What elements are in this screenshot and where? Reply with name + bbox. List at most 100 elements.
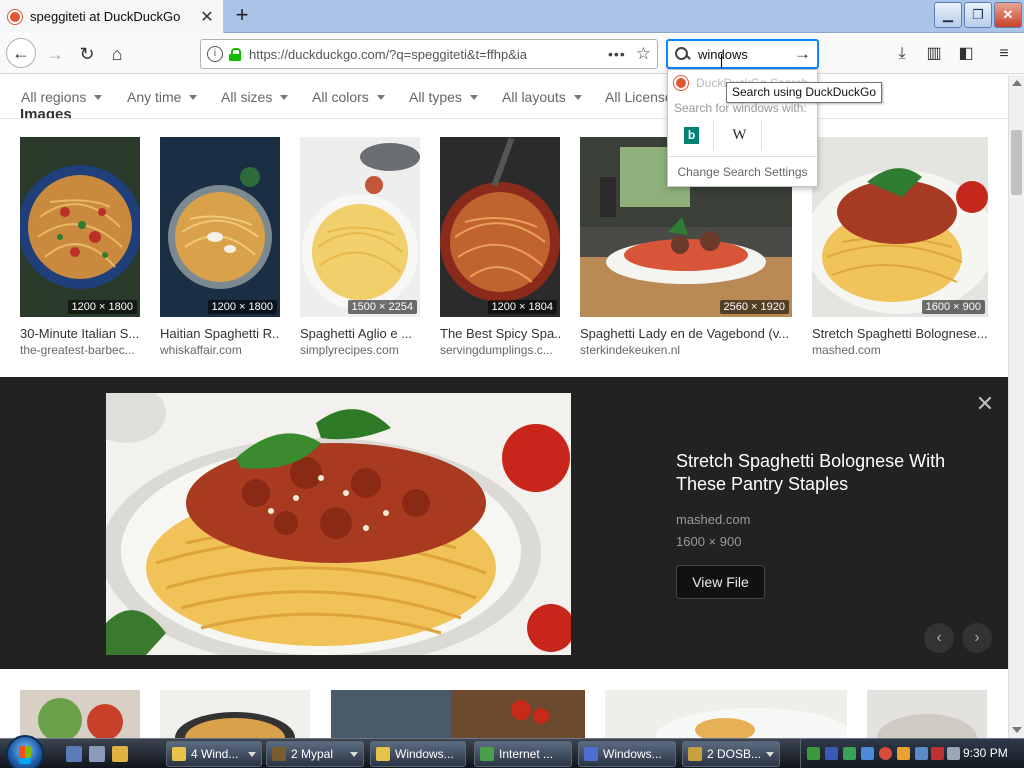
quicklaunch-folder-icon[interactable] xyxy=(112,746,128,762)
detail-source[interactable]: mashed.com xyxy=(676,512,750,527)
site-info-icon[interactable]: i xyxy=(207,46,223,62)
result-thumbnail[interactable]: 1500 × 2254 xyxy=(300,137,420,317)
sidebar-icon[interactable]: ◧ xyxy=(954,42,978,66)
result-source[interactable]: the-greatest-barbec... xyxy=(20,343,140,357)
bookmark-star-icon[interactable]: ☆ xyxy=(636,44,651,64)
minimize-button[interactable]: ▁ xyxy=(934,2,962,28)
detail-image[interactable] xyxy=(106,393,571,655)
menu-icon[interactable]: ≡ xyxy=(992,42,1016,66)
close-tab-icon[interactable]: ✕ xyxy=(199,7,215,27)
duckduckgo-favicon-icon xyxy=(8,9,22,24)
reload-button[interactable]: ↻ xyxy=(72,40,102,68)
close-window-button[interactable]: ✕ xyxy=(994,2,1022,28)
restore-button[interactable]: ❐ xyxy=(964,2,992,28)
tray-app-icon[interactable] xyxy=(807,747,820,760)
url-bar[interactable]: i https://duckduckgo.com/?q=speggiteti&t… xyxy=(200,39,658,69)
result-source[interactable]: whiskaffair.com xyxy=(160,343,280,357)
tray-app-icon[interactable] xyxy=(931,747,944,760)
result-thumbnail[interactable]: 1200 × 1804 xyxy=(440,137,560,317)
result-thumbnail[interactable] xyxy=(160,690,310,738)
tray-app-icon[interactable] xyxy=(897,747,910,760)
result-source[interactable]: mashed.com xyxy=(812,343,988,357)
tray-app-icon[interactable] xyxy=(825,747,838,760)
result-thumbnail[interactable]: 1200 × 1800 xyxy=(20,137,140,317)
result-thumbnail[interactable] xyxy=(331,690,585,738)
result-title[interactable]: Stretch Spaghetti Bolognese... xyxy=(812,326,988,341)
close-detail-icon[interactable]: ✕ xyxy=(975,393,995,415)
result-thumbnail[interactable]: 1200 × 1800 xyxy=(160,137,280,317)
search-with-label: Search for windows with: xyxy=(674,101,807,115)
downloads-icon[interactable]: ⤓ xyxy=(890,42,914,66)
taskbar-item[interactable]: 2 DOSB... xyxy=(682,741,780,767)
start-button[interactable] xyxy=(6,735,44,768)
tray-app-icon[interactable] xyxy=(861,747,874,760)
chevron-down-icon xyxy=(248,752,256,757)
search-go-icon[interactable]: → xyxy=(794,44,811,64)
filter-regions[interactable]: All regions xyxy=(21,89,103,105)
change-search-settings-button[interactable]: Change Search Settings xyxy=(668,156,817,186)
filter-types[interactable]: All types xyxy=(409,89,478,105)
result-thumbnail[interactable] xyxy=(605,690,847,738)
quicklaunch-desktop-icon[interactable] xyxy=(66,746,82,762)
taskbar-item[interactable]: 2 Mypal xyxy=(266,741,364,767)
chevron-down-icon xyxy=(280,95,289,100)
tray-app-icon[interactable] xyxy=(879,747,892,760)
wikipedia-icon: W xyxy=(732,126,747,143)
result-title[interactable]: Spaghetti Lady en de Vagebond (v... xyxy=(580,326,792,341)
detail-title: Stretch Spaghetti Bolognese With These P… xyxy=(676,451,946,494)
filter-layouts[interactable]: All layouts xyxy=(502,89,582,105)
prev-image-button[interactable]: ‹ xyxy=(924,623,954,653)
result-source[interactable]: simplyrecipes.com xyxy=(300,343,420,357)
page-scrollbar[interactable] xyxy=(1008,75,1024,738)
result-tile[interactable]: 1200 × 1800 30-Minute Italian S... the-g… xyxy=(20,137,140,357)
text-cursor-icon xyxy=(721,54,723,68)
result-title[interactable]: The Best Spicy Spa... xyxy=(440,326,560,341)
taskbar-item[interactable]: Windows... xyxy=(578,741,676,767)
scroll-up-icon[interactable] xyxy=(1012,80,1022,86)
result-tile[interactable]: 1600 × 900 Stretch Spaghetti Bolognese..… xyxy=(812,137,988,357)
tray-app-icon[interactable] xyxy=(843,747,856,760)
library-icon[interactable]: ▥ xyxy=(922,42,946,66)
search-icon xyxy=(674,46,690,62)
url-text[interactable]: https://duckduckgo.com/?q=speggiteti&t=f… xyxy=(249,47,598,62)
result-tile[interactable]: 1500 × 2254 Spaghetti Aglio e ... simply… xyxy=(300,137,420,357)
result-title[interactable]: Haitian Spaghetti R... xyxy=(160,326,280,341)
taskbar-item[interactable]: Internet ... xyxy=(474,741,572,767)
result-source[interactable]: servingdumplings.c... xyxy=(440,343,560,357)
forward-button[interactable]: → xyxy=(40,40,70,68)
quicklaunch-window-icon[interactable] xyxy=(89,746,105,762)
filter-time[interactable]: Any time xyxy=(127,89,198,105)
taskbar-item[interactable]: 4 Wind... xyxy=(166,741,262,767)
tab-bar: speggiteti at DuckDuckGo ✕ + ▁ ❐ ✕ xyxy=(0,0,1024,33)
result-tile[interactable]: 1200 × 1800 Haitian Spaghetti R... whisk… xyxy=(160,137,280,357)
tray-app-icon[interactable] xyxy=(915,747,928,760)
filter-colors[interactable]: All colors xyxy=(312,89,385,105)
clock[interactable]: 9:30 PM xyxy=(963,746,1008,760)
result-title[interactable]: Spaghetti Aglio e ... xyxy=(300,326,420,341)
chevron-down-icon xyxy=(469,95,478,100)
result-thumbnail[interactable] xyxy=(20,690,140,738)
tab-active[interactable]: speggiteti at DuckDuckGo ✕ xyxy=(0,0,224,33)
new-tab-button[interactable]: + xyxy=(230,4,254,28)
wikipedia-engine-button[interactable]: W xyxy=(718,120,762,150)
filter-sizes[interactable]: All sizes xyxy=(221,89,289,105)
scroll-thumb[interactable] xyxy=(1011,130,1022,195)
result-thumbnail[interactable] xyxy=(867,690,987,738)
page-actions-icon[interactable]: ••• xyxy=(608,46,626,62)
taskbar-item[interactable]: Windows... xyxy=(370,741,466,767)
image-dimensions: 1500 × 2254 xyxy=(347,300,417,314)
scroll-down-icon[interactable] xyxy=(1012,727,1022,733)
volume-icon[interactable] xyxy=(947,747,960,760)
search-input[interactable]: windows xyxy=(698,47,794,62)
home-button[interactable]: ⌂ xyxy=(102,40,132,68)
back-button[interactable]: ← xyxy=(6,38,36,68)
bing-engine-button[interactable]: b xyxy=(670,120,714,150)
view-file-button[interactable]: View File xyxy=(676,565,765,599)
result-title[interactable]: 30-Minute Italian S... xyxy=(20,326,140,341)
result-tile[interactable]: 1200 × 1804 The Best Spicy Spa... servin… xyxy=(440,137,560,357)
next-image-button[interactable]: › xyxy=(962,623,992,653)
filter-license[interactable]: All License xyxy=(605,89,667,105)
search-bar[interactable]: windows → xyxy=(666,39,819,69)
result-source[interactable]: sterkindekeuken.nl xyxy=(580,343,792,357)
result-thumbnail[interactable]: 1600 × 900 xyxy=(812,137,988,317)
